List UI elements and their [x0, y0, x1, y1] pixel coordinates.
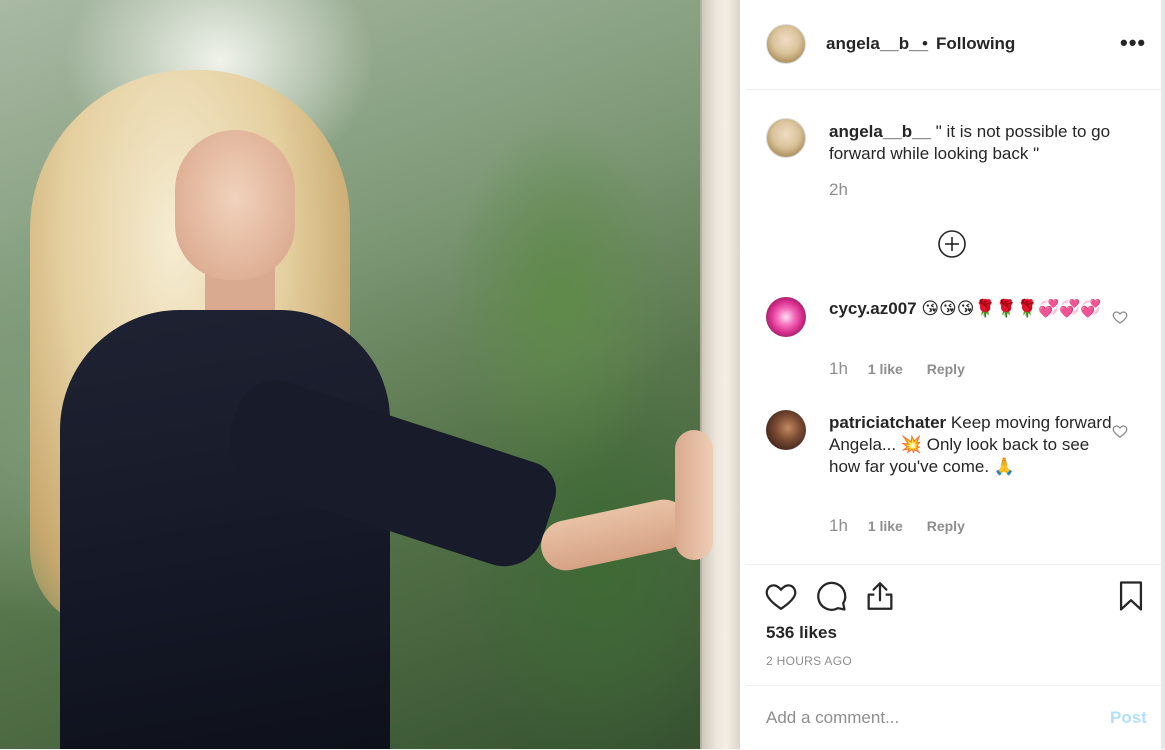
- author-avatar[interactable]: [766, 24, 806, 64]
- post-header: angela__b__ • Following •••: [746, 0, 1165, 90]
- commenter-avatar[interactable]: [766, 410, 806, 450]
- comment-meta: 1h 1 like Reply: [829, 359, 965, 379]
- post-photo[interactable]: [0, 0, 740, 749]
- comment-body: 😘😘😘🌹🌹🌹💞💞💞: [916, 299, 1102, 318]
- comment-time[interactable]: 1h: [829, 359, 848, 378]
- reply-button[interactable]: Reply: [927, 518, 965, 534]
- post-timestamp[interactable]: 2 HOURS AGO: [766, 654, 852, 668]
- following-button[interactable]: Following: [936, 34, 1015, 54]
- more-options-icon[interactable]: •••: [1120, 30, 1146, 56]
- caption-meta: 2h: [829, 180, 864, 200]
- reply-button[interactable]: Reply: [927, 361, 965, 377]
- likes-count[interactable]: 536 likes: [766, 623, 837, 643]
- post-comment-button[interactable]: Post: [1110, 708, 1147, 728]
- comment-meta: 1h 1 like Reply: [829, 516, 965, 536]
- photo-wall: [700, 0, 740, 749]
- caption-time[interactable]: 2h: [829, 180, 848, 199]
- window-edge: [1161, 0, 1165, 749]
- post-side-panel: angela__b__ • Following ••• angela__b__ …: [746, 0, 1165, 749]
- caption-username[interactable]: angela__b__: [829, 122, 931, 141]
- comment-input[interactable]: [764, 702, 1088, 734]
- caption-avatar[interactable]: [766, 118, 806, 158]
- comment-likes[interactable]: 1 like: [868, 518, 903, 534]
- instagram-post: angela__b__ • Following ••• angela__b__ …: [0, 0, 1165, 749]
- heart-icon[interactable]: [1112, 309, 1128, 325]
- photo-jacket: [60, 310, 390, 749]
- bookmark-icon[interactable]: [1114, 579, 1148, 613]
- header-separator: •: [922, 34, 928, 53]
- photo-hand: [675, 430, 713, 560]
- add-comment-bar: Post: [746, 685, 1165, 750]
- photo-forearm: [536, 494, 694, 576]
- heart-icon[interactable]: [764, 579, 798, 613]
- caption-text: angela__b__ " it is not possible to go f…: [829, 121, 1119, 165]
- comment-bubble-icon[interactable]: [814, 579, 848, 613]
- comment-likes[interactable]: 1 like: [868, 361, 903, 377]
- comment-username[interactable]: cycy.az007: [829, 299, 917, 318]
- comments-section[interactable]: angela__b__ " it is not possible to go f…: [746, 90, 1165, 564]
- comment-text: patriciatchater Keep moving forward Ange…: [829, 412, 1119, 478]
- share-icon[interactable]: [863, 579, 897, 613]
- comment-username[interactable]: patriciatchater: [829, 413, 946, 432]
- plus-circle-icon[interactable]: [937, 229, 967, 259]
- author-username[interactable]: angela__b__: [826, 34, 928, 54]
- post-actions: 536 likes 2 HOURS AGO: [746, 564, 1165, 685]
- comment-time[interactable]: 1h: [829, 516, 848, 535]
- comment-text: cycy.az007 😘😘😘🌹🌹🌹💞💞💞: [829, 298, 1119, 320]
- photo-face: [175, 130, 295, 280]
- heart-icon[interactable]: [1112, 423, 1128, 439]
- commenter-avatar[interactable]: [766, 297, 806, 337]
